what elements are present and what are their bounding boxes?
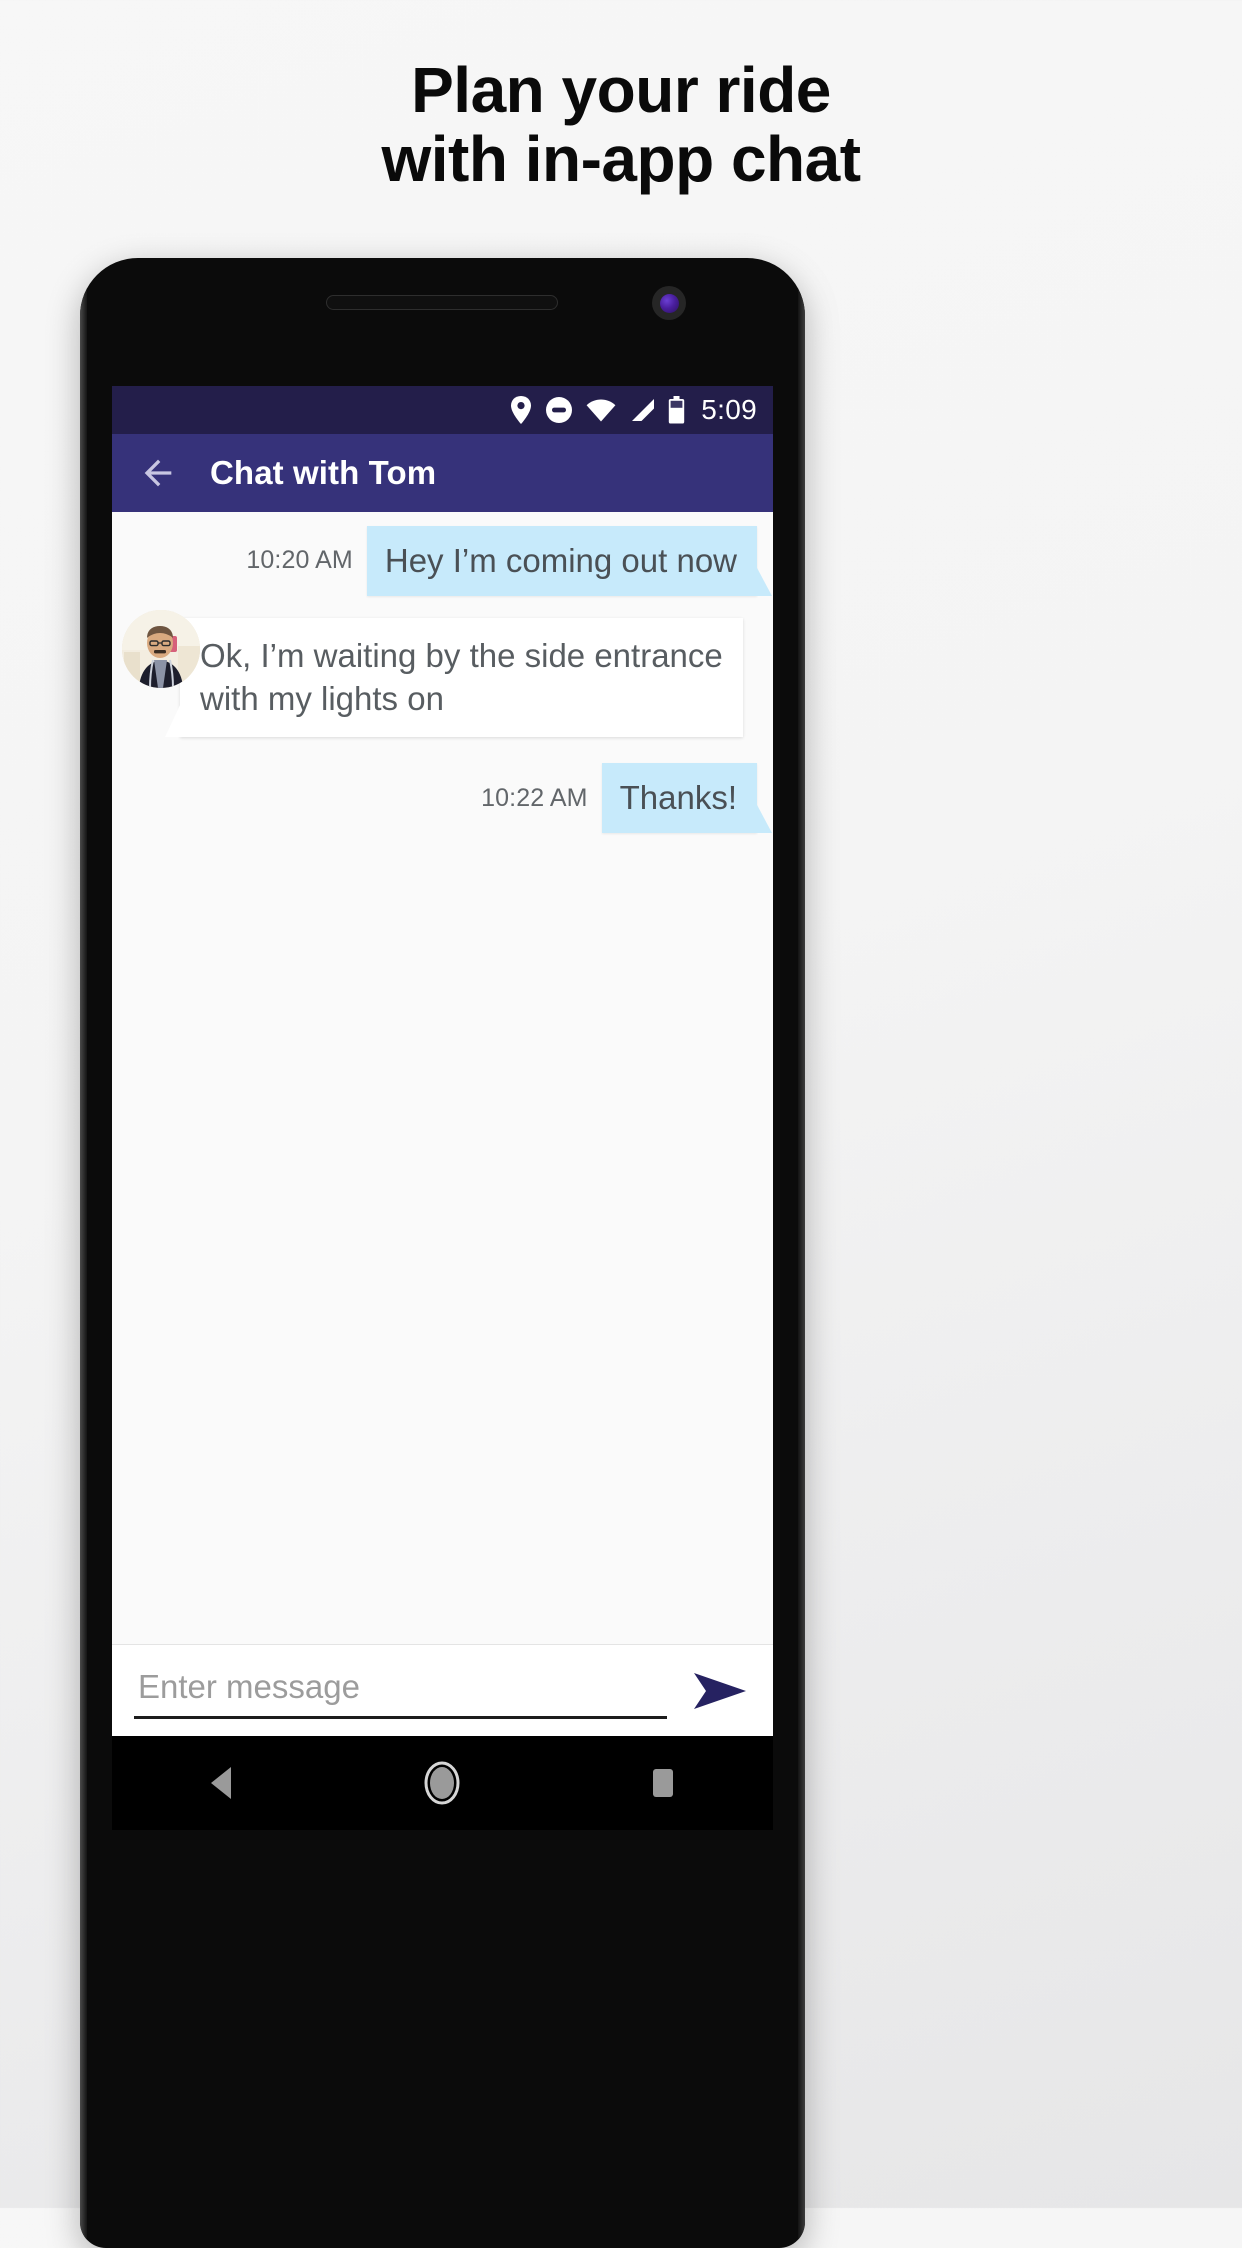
- app-bar: Chat with Tom: [112, 434, 773, 512]
- message-row-incoming-1[interactable]: Ok, I’m waiting by the side entrance wit…: [112, 617, 773, 738]
- app-bar-title: Chat with Tom: [210, 454, 437, 491]
- front-camera-lens-icon: [652, 286, 686, 320]
- message-bubble-outgoing[interactable]: Thanks!: [601, 763, 773, 833]
- message-bubble-outgoing[interactable]: Hey I’m coming out now: [366, 526, 773, 596]
- android-recents-icon: [652, 1769, 673, 1797]
- android-recents-button[interactable]: [623, 1753, 703, 1813]
- cell-signal-icon: [632, 399, 655, 421]
- wifi-icon: [586, 399, 616, 422]
- speaker-grille-icon: [326, 295, 558, 310]
- contact-avatar[interactable]: [122, 610, 200, 688]
- battery-icon: [669, 396, 685, 424]
- android-home-icon: [424, 1761, 460, 1805]
- status-bar: 5:09: [112, 386, 773, 434]
- android-back-button[interactable]: [182, 1753, 262, 1813]
- message-list[interactable]: 10:20 AM Hey I’m coming out now Ok, I’m …: [112, 512, 773, 1648]
- message-timestamp: 10:22 AM: [481, 783, 588, 812]
- message-row-outgoing-2[interactable]: 10:22 AM Thanks!: [112, 763, 773, 833]
- send-button[interactable]: [689, 1662, 751, 1720]
- message-input[interactable]: [134, 1662, 667, 1719]
- page-title: Plan your ride with in-app chat: [0, 54, 1242, 196]
- back-arrow-icon[interactable]: [138, 453, 178, 493]
- phone-frame: 5:09 Chat with Tom 10:20 AM Hey I’m comi…: [80, 258, 805, 2248]
- android-back-icon: [211, 1767, 232, 1799]
- heading-line-2: with in-app chat: [381, 123, 861, 196]
- android-home-button[interactable]: [402, 1753, 482, 1813]
- message-timestamp: 10:20 AM: [246, 546, 353, 575]
- message-composer: [112, 1644, 773, 1736]
- message-row-outgoing-1[interactable]: 10:20 AM Hey I’m coming out now: [112, 526, 773, 596]
- send-arrow-icon: [694, 1672, 746, 1709]
- status-bar-clock: 5:09: [701, 394, 757, 425]
- do-not-disturb-icon: [546, 397, 573, 423]
- heading-line-1: Plan your ride: [411, 54, 831, 126]
- phone-screen: 5:09 Chat with Tom 10:20 AM Hey I’m comi…: [112, 386, 773, 1736]
- android-nav-bar: [112, 1736, 773, 1830]
- location-pin-icon: [511, 396, 532, 424]
- message-bubble-incoming[interactable]: Ok, I’m waiting by the side entrance wit…: [165, 617, 743, 738]
